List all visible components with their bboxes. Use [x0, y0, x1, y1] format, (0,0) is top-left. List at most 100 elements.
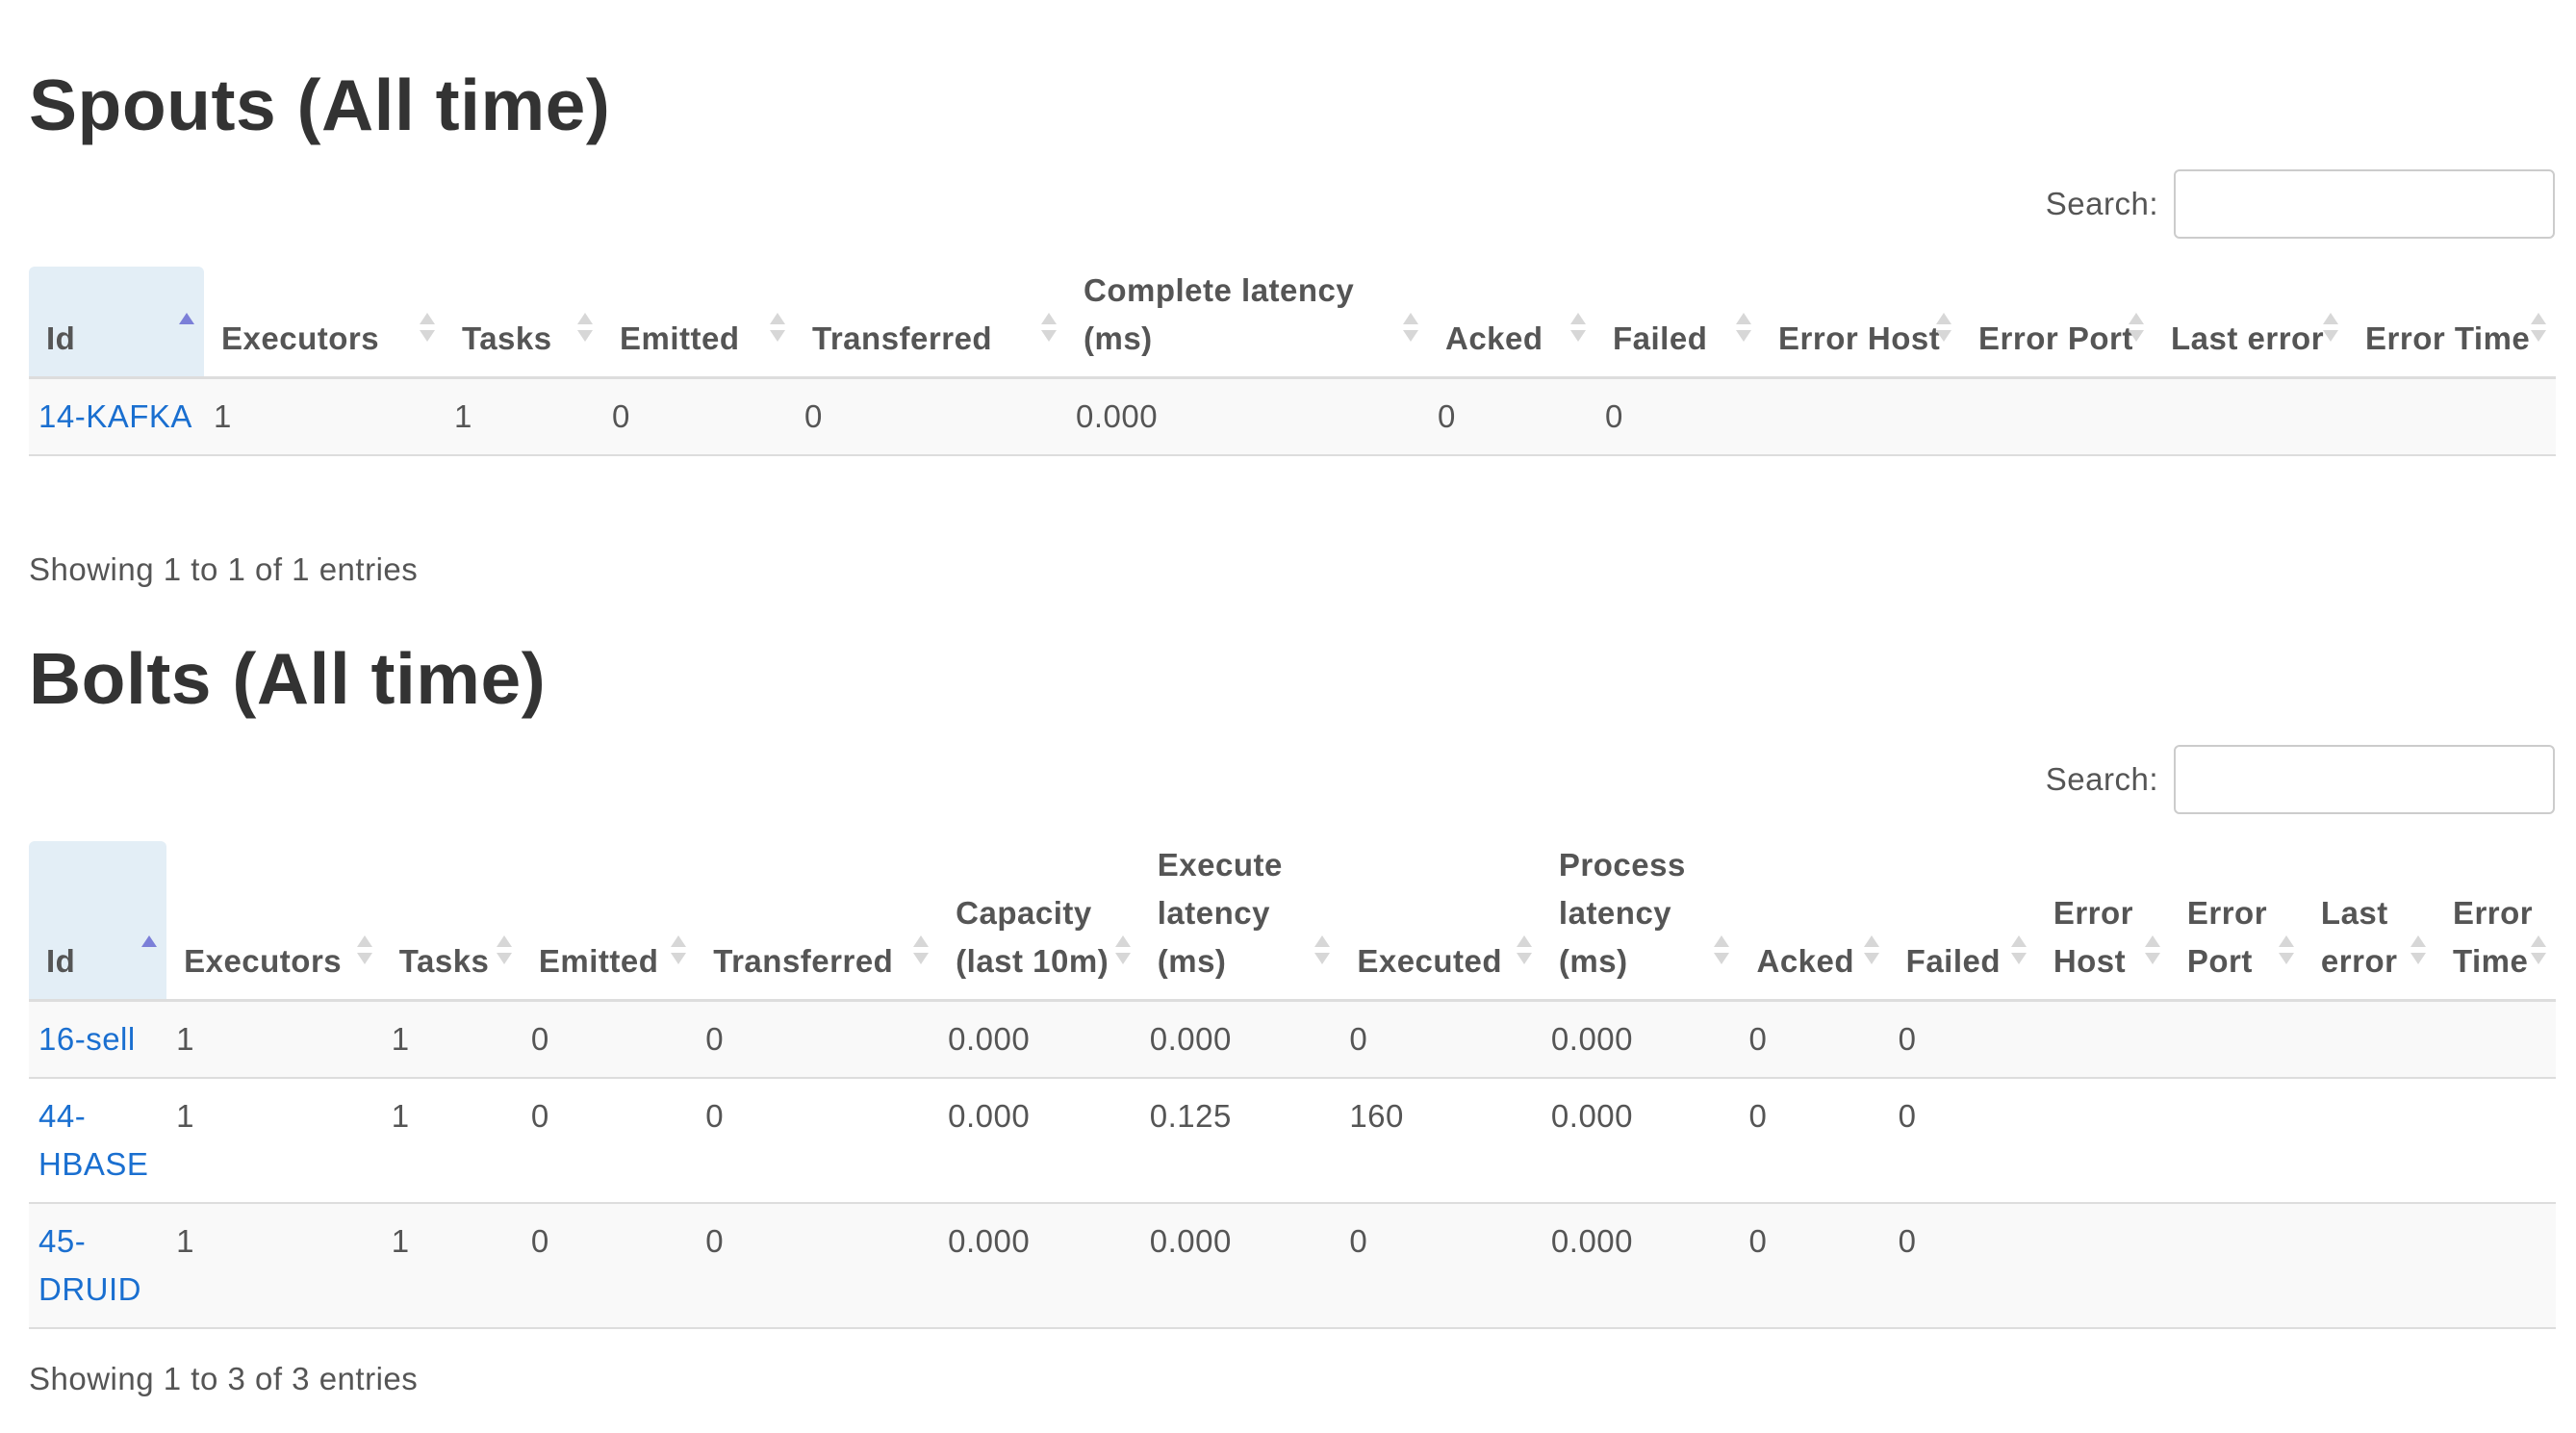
sort-icon [1516, 935, 1532, 964]
cell-error-port [2169, 1078, 2304, 1204]
column-label: Error Host [2053, 895, 2134, 979]
cell-emitted: 0 [602, 377, 795, 456]
bolts-col-emitted[interactable]: Emitted [521, 841, 697, 1002]
bolts-col-transferred[interactable]: Transferred [696, 841, 939, 1002]
cell-executed: 160 [1339, 1078, 1542, 1204]
sort-icon [1936, 313, 1951, 342]
sort-icon [913, 935, 930, 964]
cell-error-host [1761, 377, 1961, 456]
cell-executors: 1 [204, 377, 445, 456]
table-row: 45-DRUID 1 1 0 0 0.000 0.000 0 0.000 0 0 [29, 1203, 2556, 1329]
cell-executors: 1 [166, 1078, 382, 1204]
bolts-col-failed[interactable]: Failed [1888, 841, 2036, 1002]
cell-execute-latency: 0.000 [1139, 1000, 1340, 1079]
column-label: Capacity (last 10m) [956, 895, 1109, 979]
sort-icon [2410, 935, 2426, 964]
cell-error-time [2435, 1203, 2556, 1329]
spouts-col-emitted[interactable]: Emitted [602, 267, 795, 379]
cell-process-latency: 0.000 [1541, 1078, 1740, 1204]
spouts-search-input[interactable] [2174, 169, 2555, 239]
spouts-col-tasks[interactable]: Tasks [445, 267, 602, 379]
cell-capacity: 0.000 [938, 1203, 1140, 1329]
column-label: Tasks [398, 943, 490, 979]
cell-id: 14-KAFKA [29, 377, 204, 456]
column-label: Complete latency (ms) [1084, 272, 1355, 356]
cell-process-latency: 0.000 [1541, 1000, 1740, 1079]
cell-emitted: 0 [521, 1203, 697, 1329]
column-label: Failed [1613, 320, 1708, 356]
spouts-col-transferred[interactable]: Transferred [795, 267, 1066, 379]
sort-icon [496, 935, 512, 964]
bolts-title: Bolts (All time) [29, 638, 547, 719]
bolts-col-id[interactable]: Id [29, 841, 167, 1002]
cell-executed: 0 [1339, 1203, 1542, 1329]
cell-error-host [2035, 1078, 2170, 1204]
spouts-col-last-error[interactable]: Last error [2154, 267, 2348, 379]
bolts-col-error-time[interactable]: Error Time [2435, 841, 2556, 1002]
sort-icon [1863, 935, 1879, 964]
cell-emitted: 0 [521, 1000, 697, 1079]
cell-error-port [2169, 1203, 2304, 1329]
spouts-col-error-port[interactable]: Error Port [1961, 267, 2154, 379]
sort-icon [2010, 935, 2027, 964]
bolt-link[interactable]: 45-DRUID [38, 1223, 141, 1307]
spouts-col-error-time[interactable]: Error Time [2348, 267, 2556, 379]
bolts-col-capacity[interactable]: Capacity (last 10m) [938, 841, 1140, 1002]
bolts-col-executed[interactable]: Executed [1339, 841, 1542, 1002]
cell-error-port [2169, 1000, 2304, 1079]
cell-transferred: 0 [795, 377, 1066, 456]
sort-icon [2323, 313, 2338, 342]
spouts-col-error-host[interactable]: Error Host [1761, 267, 1961, 379]
cell-acked: 0 [1739, 1203, 1889, 1329]
sort-icon [356, 935, 372, 964]
bolts-col-error-port[interactable]: Error Port [2169, 841, 2304, 1002]
cell-acked: 0 [1428, 377, 1595, 456]
cell-emitted: 0 [521, 1078, 697, 1204]
table-row: 14-KAFKA 1 1 0 0 0.000 0 0 [29, 377, 2556, 456]
bolts-search-label: Search: [2045, 761, 2158, 797]
cell-complete-latency: 0.000 [1066, 377, 1428, 456]
bolts-col-process-latency[interactable]: Process latency (ms) [1541, 841, 1740, 1002]
cell-execute-latency: 0.000 [1139, 1203, 1340, 1329]
spouts-col-acked[interactable]: Acked [1428, 267, 1595, 379]
cell-executed: 0 [1339, 1000, 1542, 1079]
column-label: Last error [2320, 895, 2398, 979]
spouts-col-complete-latency[interactable]: Complete latency (ms) [1066, 267, 1428, 379]
bolt-link[interactable]: 44-HBASE [38, 1098, 148, 1182]
cell-transferred: 0 [696, 1078, 939, 1204]
column-label: Emitted [538, 943, 659, 979]
spouts-col-failed[interactable]: Failed [1595, 267, 1761, 379]
cell-last-error [2303, 1203, 2436, 1329]
column-label: Transferred [713, 943, 894, 979]
bolts-search-input[interactable] [2174, 745, 2555, 814]
cell-failed: 0 [1888, 1078, 2036, 1204]
sort-icon [2144, 935, 2160, 964]
sort-icon [1403, 313, 1418, 342]
bolt-link[interactable]: 16-sell [38, 1021, 136, 1057]
column-label: Executors [221, 320, 380, 356]
column-label: Id [46, 943, 76, 979]
cell-tasks: 1 [381, 1203, 522, 1329]
sort-icon [770, 313, 785, 342]
bolts-col-executors[interactable]: Executors [166, 841, 382, 1002]
bolts-table: Id Executors Tasks Emitted Transferred C… [29, 841, 2556, 1329]
sort-icon [1314, 935, 1331, 964]
cell-last-error [2154, 377, 2348, 456]
sort-icon [1736, 313, 1751, 342]
bolts-col-acked[interactable]: Acked [1739, 841, 1889, 1002]
table-row: 44-HBASE 1 1 0 0 0.000 0.125 160 0.000 0… [29, 1078, 2556, 1204]
bolts-col-execute-latency[interactable]: Execute latency (ms) [1139, 841, 1340, 1002]
table-row: 16-sell 1 1 0 0 0.000 0.000 0 0.000 0 0 [29, 1000, 2556, 1079]
spouts-col-id[interactable]: Id [29, 267, 204, 379]
column-label: Error Time [2365, 320, 2531, 356]
spout-link[interactable]: 14-KAFKA [38, 398, 192, 434]
bolts-col-last-error[interactable]: Last error [2303, 841, 2436, 1002]
cell-executors: 1 [166, 1000, 382, 1079]
bolts-col-error-host[interactable]: Error Host [2035, 841, 2170, 1002]
cell-acked: 0 [1739, 1000, 1889, 1079]
bolts-col-tasks[interactable]: Tasks [381, 841, 522, 1002]
cell-transferred: 0 [696, 1203, 939, 1329]
spouts-col-executors[interactable]: Executors [204, 267, 445, 379]
column-label: Error Port [2186, 895, 2268, 979]
column-label: Execute latency (ms) [1157, 847, 1283, 979]
